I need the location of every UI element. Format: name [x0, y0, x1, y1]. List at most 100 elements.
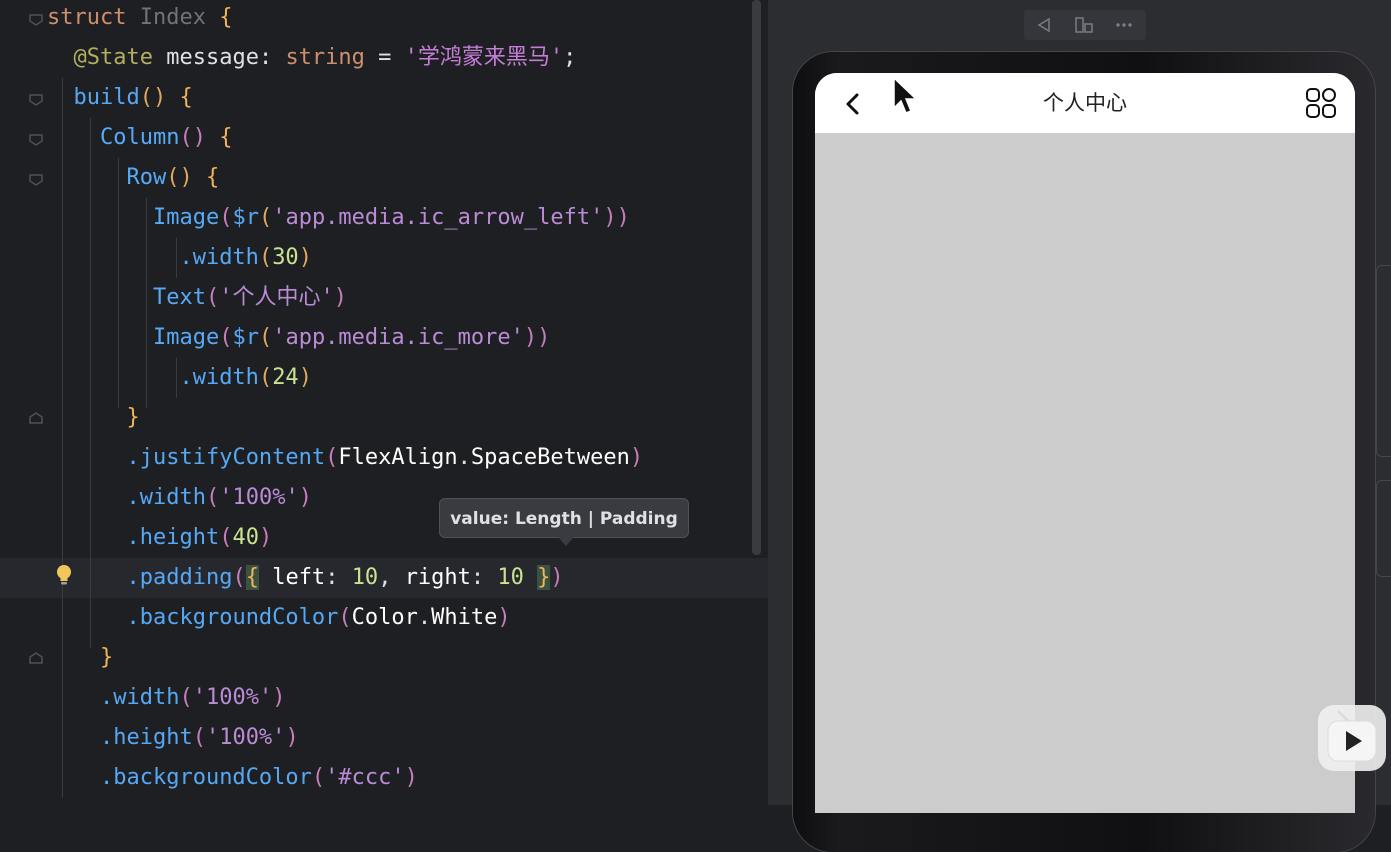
code-token: 'app.media.ic_more'	[272, 325, 524, 350]
code-token: 10	[497, 565, 524, 590]
fold-marker-icon[interactable]	[29, 14, 43, 26]
code-token: 10	[351, 565, 379, 590]
code-token: Index	[139, 5, 220, 30]
indent-guide	[146, 198, 147, 408]
parameter-hint-tooltip: value: Length | Padding	[439, 498, 689, 546]
code-line[interactable]: .padding({ left: 10, right: 10 })	[0, 558, 768, 598]
code-token: {	[219, 125, 233, 150]
code-token: .width	[179, 365, 259, 390]
code-token: ()	[166, 165, 193, 190]
code-token: build	[73, 85, 140, 110]
code-token: (	[219, 205, 233, 230]
code-line[interactable]: .width(24)	[0, 358, 768, 398]
side-panel-handle[interactable]	[1376, 480, 1391, 577]
code-token: Color	[351, 605, 418, 630]
code-token: SpaceBetween	[470, 445, 630, 470]
code-token: )	[497, 605, 511, 630]
code-token: (	[192, 725, 206, 750]
code-token: }	[126, 405, 140, 430]
code-line[interactable]: @State message: string = '学鸿蒙来黑马';	[0, 38, 768, 78]
code-token: FlexAlign	[338, 445, 458, 470]
code-token: (	[232, 565, 246, 590]
code-token: .width	[99, 685, 180, 710]
more-dots-icon[interactable]	[1104, 10, 1144, 40]
code-line[interactable]: struct Index {	[0, 0, 768, 38]
indent-guide	[176, 238, 177, 278]
lightbulb-icon[interactable]	[54, 563, 74, 587]
code-token: '#ccc'	[325, 765, 405, 790]
back-triangle-icon[interactable]	[1024, 10, 1064, 40]
fold-marker-icon[interactable]	[29, 134, 43, 146]
code-token: (	[219, 325, 233, 350]
code-token: )	[629, 445, 644, 470]
code-line[interactable]: .backgroundColor(Color.White)	[0, 598, 768, 638]
code-line[interactable]: Row() {	[0, 158, 768, 198]
code-token: :	[258, 45, 286, 70]
code-line[interactable]: .height('100%')	[0, 718, 768, 758]
code-token: ,	[378, 565, 405, 590]
code-token: {	[219, 5, 233, 30]
code-line[interactable]: Image($r('app.media.ic_arrow_left'))	[0, 198, 768, 238]
code-token: {	[179, 85, 193, 110]
code-token: .padding	[126, 565, 233, 590]
code-line[interactable]: build() {	[0, 78, 768, 118]
code-token: {	[245, 565, 259, 590]
code-token: )	[550, 565, 564, 590]
indent-guide	[118, 158, 119, 408]
code-token: 'app.media.ic_arrow_left'	[272, 205, 604, 230]
code-token: }	[537, 565, 551, 590]
code-line[interactable]: Text('个人中心')	[0, 278, 768, 318]
code-token: ()	[179, 125, 206, 150]
fold-marker-icon[interactable]	[29, 174, 43, 186]
side-panel-handle[interactable]	[1376, 265, 1391, 457]
code-token: {	[205, 165, 220, 190]
code-line[interactable]: .width(30)	[0, 238, 768, 278]
code-token: 24	[272, 365, 299, 390]
code-line[interactable]: }	[0, 638, 768, 678]
code-token: (	[258, 245, 273, 270]
fold-marker-icon[interactable]	[29, 94, 43, 106]
indent-guide	[176, 358, 177, 398]
code-token: (	[205, 485, 220, 510]
code-token: =	[364, 45, 405, 70]
previewer-toolbar	[1024, 10, 1146, 40]
code-token: )	[298, 365, 312, 390]
code-token: :	[325, 565, 352, 590]
code-line[interactable]: .backgroundColor('#ccc')	[0, 758, 768, 798]
fold-end-icon[interactable]	[29, 412, 43, 424]
code-token: '个人中心'	[219, 285, 334, 310]
more-grid-icon[interactable]	[1305, 87, 1337, 119]
code-token: (	[325, 445, 339, 470]
code-token: '100%'	[219, 485, 299, 510]
code-token: left	[258, 565, 326, 590]
code-token: 30	[272, 245, 299, 270]
code-line[interactable]: .width('100%')	[0, 678, 768, 718]
code-line[interactable]: Column() {	[0, 118, 768, 158]
code-line[interactable]: Image($r('app.media.ic_more'))	[0, 318, 768, 358]
code-token: '100%'	[205, 725, 286, 750]
code-token: (	[338, 605, 352, 630]
code-token: '100%'	[192, 685, 273, 710]
layout-icon[interactable]	[1064, 10, 1104, 40]
previewer-panel: 个人中心	[768, 0, 1391, 852]
code-token: $r	[232, 205, 259, 230]
code-token: message	[166, 45, 259, 70]
code-token: Image	[152, 325, 220, 350]
code-token: ;	[563, 45, 577, 70]
fold-end-icon[interactable]	[29, 652, 43, 664]
code-line[interactable]: .justifyContent(FlexAlign.SpaceBetween)	[0, 438, 768, 478]
code-token: .backgroundColor	[126, 605, 339, 630]
code-token: (	[179, 685, 193, 710]
editor-scrollbar[interactable]	[752, 0, 761, 555]
code-line[interactable]: }	[0, 398, 768, 438]
code-token: (	[219, 525, 233, 550]
code-token: struct	[47, 5, 140, 30]
code-editor[interactable]: struct Index { @State message: string = …	[0, 0, 768, 805]
